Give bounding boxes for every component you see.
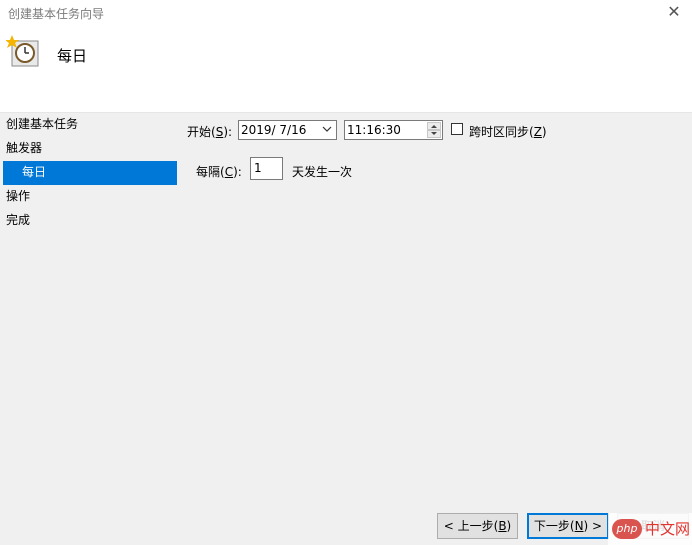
sidebar-item-finish: 完成 [0,209,180,233]
sync-timezone-checkbox[interactable] [451,123,463,135]
sync-timezone-label[interactable]: 跨时区同步(Z) [469,123,547,140]
back-button[interactable]: < 上一步(B) [437,513,518,539]
page-heading: 每日 [57,47,88,65]
sidebar-item-label: 操作 [6,189,31,203]
recur-days-suffix: 天发生一次 [292,165,353,179]
wizard-header: 每日 [0,26,692,113]
spin-down-button[interactable] [427,130,441,138]
start-label: 开始(S): [187,125,233,139]
close-icon[interactable]: ✕ [662,1,686,23]
chevron-down-icon [322,126,332,132]
start-time-field[interactable]: 11:16:30 [344,120,443,140]
arrow-down-icon [431,132,437,135]
spin-up-button[interactable] [427,122,441,130]
start-time-value: 11:16:30 [347,123,401,137]
time-spinner[interactable] [427,122,441,138]
start-date-value: 2019/ 7/16 [241,123,307,137]
recur-every-input[interactable]: 1 [250,157,283,180]
sidebar-item-label: 创建基本任务 [6,117,79,131]
sidebar-item-daily: 每日 [3,161,177,185]
sidebar-item-create-task: 创建基本任务 [0,113,180,137]
recur-every-value: 1 [254,161,262,175]
sidebar-item-label: 完成 [6,213,31,227]
sidebar-item-label: 每日 [22,165,47,179]
sidebar-item-trigger: 触发器 [0,137,180,161]
title-bar: 创建基本任务向导 ✕ [0,0,692,26]
window-title: 创建基本任务向导 [8,7,105,21]
clock-icon [6,35,39,67]
sidebar-item-label: 触发器 [6,141,43,155]
next-button[interactable]: 下一步(N) > [527,513,609,539]
arrow-up-icon [431,125,437,128]
recur-every-label: 每隔(C): [196,165,242,179]
watermark-badge: php [612,519,642,539]
wizard-content: 开始(S): 2019/ 7/16 11:16:30 跨时区同步(Z) 每隔(C… [180,113,692,503]
watermark-text: 中文网 [645,520,691,538]
wizard-steps: 创建基本任务 触发器 每日 操作 完成 [0,113,180,233]
start-date-picker[interactable]: 2019/ 7/16 [238,120,337,140]
site-watermark: php 中文网 [608,513,692,545]
sidebar-item-action: 操作 [0,185,180,209]
